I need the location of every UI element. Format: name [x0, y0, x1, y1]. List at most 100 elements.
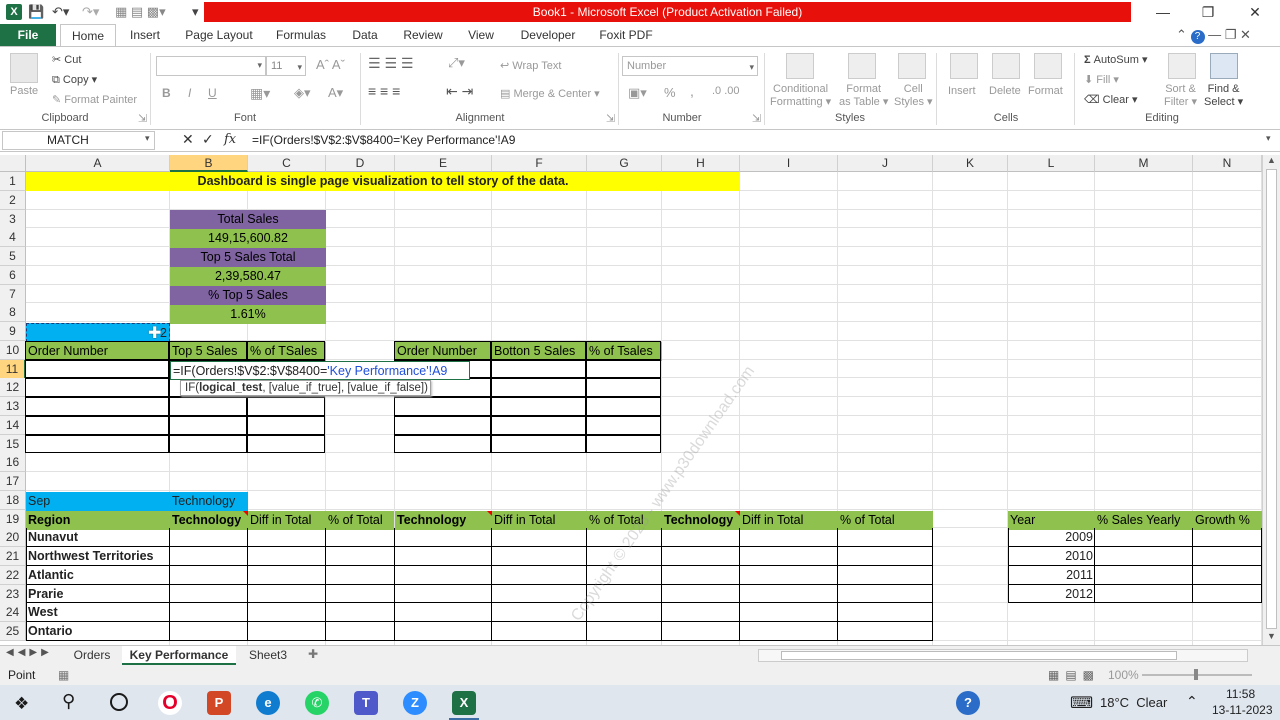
table-cell[interactable] — [25, 340, 169, 360]
zoom-level[interactable]: 100% — [1108, 665, 1139, 685]
row-header-11[interactable]: 11 — [0, 359, 26, 379]
region-table-cell[interactable] — [662, 547, 740, 566]
region-table-cell[interactable] — [170, 565, 248, 585]
format-cells-button[interactable]: Format — [1028, 85, 1063, 97]
search-icon[interactable]: ⚲ — [62, 691, 75, 712]
table-cell[interactable] — [247, 340, 325, 360]
whatsapp-icon[interactable]: ✆ — [305, 691, 329, 715]
region-table-cell[interactable] — [662, 565, 740, 585]
region-table-cell[interactable] — [170, 584, 248, 604]
sort-filter-button[interactable]: Sort & Filter ▾ — [1164, 83, 1197, 109]
column-header-k[interactable]: K — [933, 155, 1008, 172]
row-header-21[interactable]: 21 — [0, 547, 26, 566]
table-cell[interactable] — [491, 434, 586, 454]
pct-total-header-3[interactable]: % of Total — [838, 511, 933, 530]
row-header-9[interactable]: 9 — [0, 322, 26, 341]
region-table-cell[interactable] — [838, 622, 933, 641]
tab-file[interactable]: File — [0, 24, 56, 46]
region-table-cell[interactable] — [838, 528, 933, 547]
borders-icon[interactable]: ▦▾ — [250, 85, 270, 102]
tab-developer[interactable]: Developer — [515, 24, 581, 46]
cut-button[interactable]: ✂ Cut — [52, 53, 81, 66]
align-top-icon[interactable]: ☰ ☰ ☰ — [368, 55, 413, 72]
column-header-l[interactable]: L — [1008, 155, 1095, 172]
zoom-slider-thumb[interactable] — [1194, 669, 1198, 680]
region-table-cell[interactable] — [326, 584, 395, 604]
table-cell[interactable] — [586, 415, 661, 435]
year-header[interactable]: Year — [1008, 511, 1095, 530]
row-header-1[interactable]: 1 — [0, 172, 26, 191]
excel-taskbar-icon[interactable]: X — [452, 691, 476, 715]
table-cell[interactable] — [586, 359, 661, 379]
region-table-cell[interactable] — [740, 622, 838, 641]
row-header-24[interactable]: 24 — [0, 603, 26, 623]
month-sep-cell[interactable]: Sep — [26, 492, 170, 511]
grow-font-icon[interactable]: Aˆ Aˇ — [316, 57, 345, 72]
view-buttons[interactable]: ▦▤▩ — [1048, 665, 1100, 685]
opera-icon[interactable]: O — [158, 691, 182, 715]
region-table-cell[interactable] — [492, 622, 587, 641]
column-header-i[interactable]: I — [740, 155, 838, 172]
sheet-nav-icons[interactable]: ◀◀▶▶ — [6, 647, 53, 658]
windows-start-icon[interactable]: ❖ — [14, 694, 29, 714]
column-header-c[interactable]: C — [248, 155, 326, 172]
region-table-cell[interactable] — [326, 547, 395, 566]
dashboard-title-cell[interactable]: Dashboard is single page visualization t… — [26, 172, 740, 191]
column-header-h[interactable]: H — [662, 155, 740, 172]
indent-icon[interactable]: ⇤ ⇥ — [446, 83, 473, 100]
pct-top5-label-cell[interactable]: % Top 5 Sales — [170, 286, 326, 305]
row-header-4[interactable]: 4 — [0, 228, 26, 248]
region-name-cell[interactable]: Ontario — [26, 622, 170, 641]
bold-button[interactable]: B — [162, 86, 171, 100]
fill-color-icon[interactable]: ◈▾ — [294, 85, 311, 101]
tab-insert[interactable]: Insert — [120, 24, 170, 46]
column-header-n[interactable]: N — [1193, 155, 1262, 172]
sort-filter-icon[interactable] — [1168, 53, 1196, 79]
expand-formula-icon[interactable]: ▾ — [1266, 133, 1271, 144]
technology-header-3[interactable]: Technology — [662, 511, 740, 530]
vertical-scroll-thumb[interactable] — [1266, 169, 1277, 629]
keyboard-icon[interactable]: ⌨ — [1070, 693, 1093, 713]
table-cell[interactable] — [586, 378, 661, 397]
font-size-box[interactable]: 11 ▾ — [266, 56, 306, 76]
region-table-cell[interactable] — [395, 603, 492, 622]
region-table-cell[interactable] — [662, 528, 740, 547]
pct-total-header-1[interactable]: % of Total — [326, 511, 394, 530]
year-value-cell[interactable]: 2011 — [1008, 566, 1095, 585]
table-cell[interactable] — [394, 397, 491, 416]
font-color-icon[interactable]: A▾ — [328, 85, 343, 101]
year-table-cell[interactable] — [1193, 528, 1262, 547]
row-header-20[interactable]: 20 — [0, 528, 26, 548]
select-all-corner[interactable] — [0, 155, 26, 172]
year-table-cell[interactable] — [1193, 584, 1262, 604]
region-name-cell[interactable]: Atlantic — [26, 566, 170, 585]
vertical-scrollbar[interactable]: ▲ ▼ — [1262, 155, 1280, 645]
tab-home[interactable]: Home — [60, 24, 116, 47]
copy-button[interactable]: ⧉ Copy ▾ — [52, 73, 97, 87]
region-table-cell[interactable] — [740, 603, 838, 622]
sheet-tab-orders[interactable]: Orders — [68, 646, 116, 665]
table-cell[interactable] — [586, 340, 661, 360]
delete-cells-button[interactable]: Delete — [989, 85, 1021, 97]
column-header-a[interactable]: A — [26, 155, 170, 172]
new-sheet-icon[interactable]: ✚ — [308, 647, 318, 661]
comma-button[interactable]: , — [690, 83, 694, 99]
help-icons[interactable]: ⌃ ? — ❐ ✕ — [1176, 27, 1251, 44]
tab-foxit-pdf[interactable]: Foxit PDF — [594, 24, 658, 46]
region-table-cell[interactable] — [838, 603, 933, 622]
name-box-dropdown-icon[interactable]: ▾ — [145, 133, 150, 144]
tab-formulas[interactable]: Formulas — [270, 24, 332, 46]
sheet-tab-sheet3[interactable]: Sheet3 — [242, 646, 294, 665]
save-icon[interactable]: 💾 — [28, 3, 44, 21]
region-table-cell[interactable] — [740, 565, 838, 585]
clipboard-launcher-icon[interactable]: ⇲ — [138, 112, 147, 125]
table-cell[interactable] — [247, 415, 325, 435]
tab-data[interactable]: Data — [345, 24, 385, 46]
close-icon[interactable]: ✕ — [1240, 3, 1270, 21]
undo-icon[interactable]: ↶▾ — [52, 3, 69, 21]
year-table-cell[interactable] — [1095, 528, 1193, 547]
region-table-cell[interactable] — [395, 622, 492, 641]
tab-review[interactable]: Review — [398, 24, 448, 46]
orientation-icon[interactable]: ⤢▾ — [448, 55, 465, 71]
row-header-14[interactable]: 14 — [0, 415, 26, 435]
